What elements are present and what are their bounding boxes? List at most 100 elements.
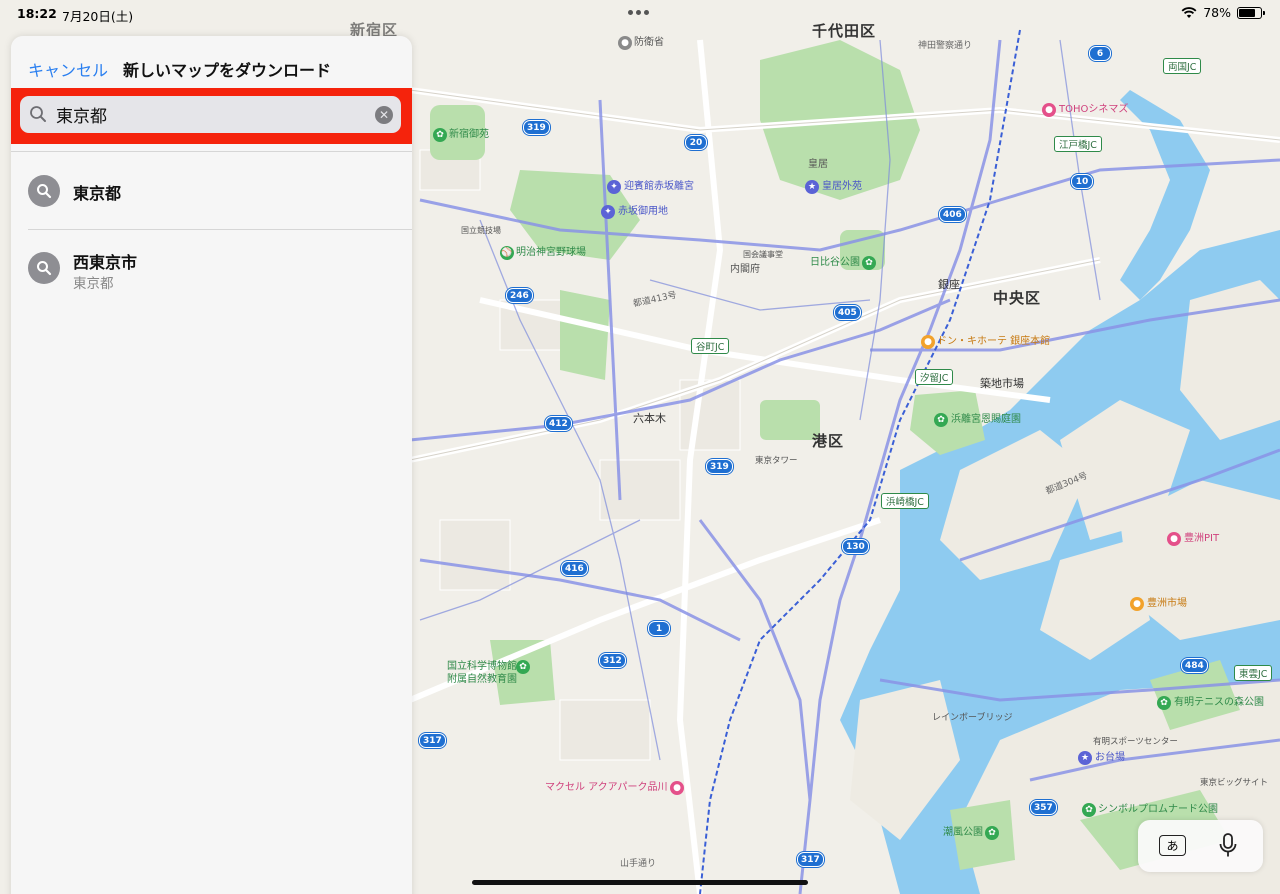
poi-label[interactable]: 有明スポーツセンター (1093, 738, 1178, 747)
poi-pin-icon[interactable]: ★ (805, 180, 819, 194)
poi-label[interactable]: 新宿御苑 (449, 130, 489, 140)
aquarium-pin-icon[interactable]: ● (670, 781, 684, 795)
route-shield: 319 (706, 459, 733, 474)
microphone-icon[interactable] (1218, 833, 1238, 859)
search-highlight-frame: ✕ (11, 88, 412, 144)
route-shield: 130 (842, 539, 869, 554)
wifi-icon (1181, 6, 1197, 18)
search-result-icon (28, 252, 60, 284)
poi-label[interactable]: 国会議事堂 (743, 251, 783, 259)
map-district-label: 築地市場 (980, 377, 1024, 390)
junction-label[interactable]: 東雲JC (1234, 665, 1273, 681)
poi-label[interactable]: 国立科学博物館 附属自然教育園 (447, 660, 527, 686)
search-result-item[interactable]: 西東京市 東京都 (11, 230, 412, 292)
map-ward-label: 千代田区 (812, 22, 877, 40)
poi-label[interactable]: 赤坂御用地 (618, 207, 668, 217)
junction-label[interactable]: 江戸橋JC (1054, 136, 1102, 152)
poi-pin-icon[interactable]: ✦ (601, 205, 615, 219)
road-label: 山手通り (620, 859, 657, 869)
home-indicator[interactable] (472, 880, 808, 885)
kana-keyboard-button[interactable]: あ (1159, 835, 1186, 856)
map-ward-label: 中央区 (993, 289, 1042, 307)
poi-label[interactable]: 潮風公園 (943, 828, 983, 838)
cinema-pin-icon[interactable]: ● (1042, 103, 1056, 117)
search-result-title: 西東京市 (73, 253, 138, 272)
poi-label[interactable]: 防衛省 (634, 38, 664, 48)
route-shield: 405 (834, 305, 861, 320)
route-shield: 319 (523, 120, 550, 135)
route-shield: 416 (561, 561, 588, 576)
search-result-title: 東京都 (73, 184, 122, 203)
poi-label[interactable]: 迎賓館赤坂離宮 (624, 182, 694, 192)
park-pin-icon[interactable]: ✿ (985, 826, 999, 840)
route-shield: 246 (506, 288, 533, 303)
map-ward-label: 港区 (812, 432, 845, 450)
route-shield: 317 (419, 733, 446, 748)
multitasking-dots-icon[interactable] (628, 10, 649, 15)
clear-search-icon[interactable]: ✕ (375, 106, 393, 124)
market-pin-icon[interactable]: ● (1130, 597, 1144, 611)
poi-label[interactable]: 浜離宮恩賜庭園 (951, 415, 1021, 425)
poi-label[interactable]: 国立競技場 (461, 227, 501, 235)
poi-label[interactable]: 日比谷公園 (810, 258, 860, 268)
poi-pin-icon[interactable]: ● (618, 36, 632, 50)
park-pin-icon[interactable]: ✿ (516, 660, 530, 674)
poi-label[interactable]: 明治神宮野球場 (516, 248, 586, 258)
search-field[interactable]: ✕ (20, 96, 401, 133)
status-date: 7月20日(土) (62, 9, 134, 24)
park-pin-icon[interactable]: ✿ (1082, 803, 1096, 817)
junction-label[interactable]: 両国JC (1163, 58, 1202, 74)
junction-label[interactable]: 谷町JC (691, 338, 730, 354)
search-result-icon (28, 175, 60, 207)
search-icon (30, 106, 46, 122)
battery-percent: 78% (1203, 5, 1231, 20)
poi-label[interactable]: TOHOシネマズ (1059, 105, 1128, 115)
park-pin-icon[interactable]: ✿ (433, 128, 447, 142)
poi-label[interactable]: 豊洲PIT (1184, 534, 1219, 544)
poi-label[interactable]: シンボルプロムナード公園 (1098, 805, 1218, 815)
keyboard-accessory: あ (1138, 820, 1263, 872)
route-shield: 1 (648, 621, 670, 636)
poi-label[interactable]: 内閣府 (730, 265, 760, 275)
download-map-panel: キャンセル 新しいマップをダウンロード ✕ 東京都 西東京市 東京都 (11, 36, 412, 894)
poi-label[interactable]: 東京ビッグサイト (1200, 779, 1268, 788)
poi-label[interactable]: レインボーブリッジ (932, 714, 1012, 723)
status-time: 18:22 (17, 6, 57, 21)
poi-label[interactable]: お台場 (1095, 753, 1125, 763)
road-label: 神田警察通り (918, 41, 973, 51)
map-district-label: 銀座 (938, 278, 960, 291)
route-shield: 484 (1181, 658, 1208, 673)
poi-label[interactable]: マクセル アクアパーク品川 (545, 783, 667, 793)
poi-label[interactable]: ドン・キホーテ 銀座本館 (937, 337, 1050, 347)
poi-label[interactable]: 有明テニスの森公園 (1174, 698, 1264, 708)
panel-title: 新しいマップをダウンロード (123, 61, 332, 80)
poi-label[interactable]: 皇居外苑 (822, 182, 862, 192)
junction-label[interactable]: 浜崎橋JC (881, 493, 929, 509)
park-pin-icon[interactable]: ✿ (1157, 696, 1171, 710)
route-shield: 317 (797, 852, 824, 867)
poi-label[interactable]: 豊洲市場 (1147, 599, 1187, 609)
search-result-item[interactable]: 東京都 (11, 161, 412, 221)
junction-label[interactable]: 汐留JC (915, 369, 954, 385)
poi-pin-icon[interactable]: ★ (1078, 751, 1092, 765)
panel-header: キャンセル 新しいマップをダウンロード (11, 36, 412, 88)
search-result-subtitle: 東京都 (73, 276, 114, 292)
cancel-button[interactable]: キャンセル (28, 57, 108, 81)
shop-pin-icon[interactable]: ● (921, 335, 935, 349)
park-pin-icon[interactable]: ✿ (862, 256, 876, 270)
poi-pin-icon[interactable]: ✦ (607, 180, 621, 194)
route-shield: 10 (1071, 174, 1093, 189)
venue-pin-icon[interactable]: ● (1167, 532, 1181, 546)
search-input[interactable] (56, 96, 356, 133)
status-bar: 18:22 7月20日(土) 78% (0, 0, 1280, 26)
route-shield: 406 (939, 207, 966, 222)
divider (11, 151, 412, 152)
status-indicators: 78% (1181, 5, 1265, 20)
park-pin-icon[interactable]: ✿ (934, 413, 948, 427)
poi-label[interactable]: 皇居 (808, 160, 828, 170)
park-pin-icon[interactable]: ⚾ (500, 246, 514, 260)
route-shield: 6 (1089, 46, 1111, 61)
route-shield: 20 (685, 135, 707, 150)
map-district-label: 六本木 (633, 412, 666, 425)
poi-label[interactable]: 東京タワー (755, 457, 798, 466)
